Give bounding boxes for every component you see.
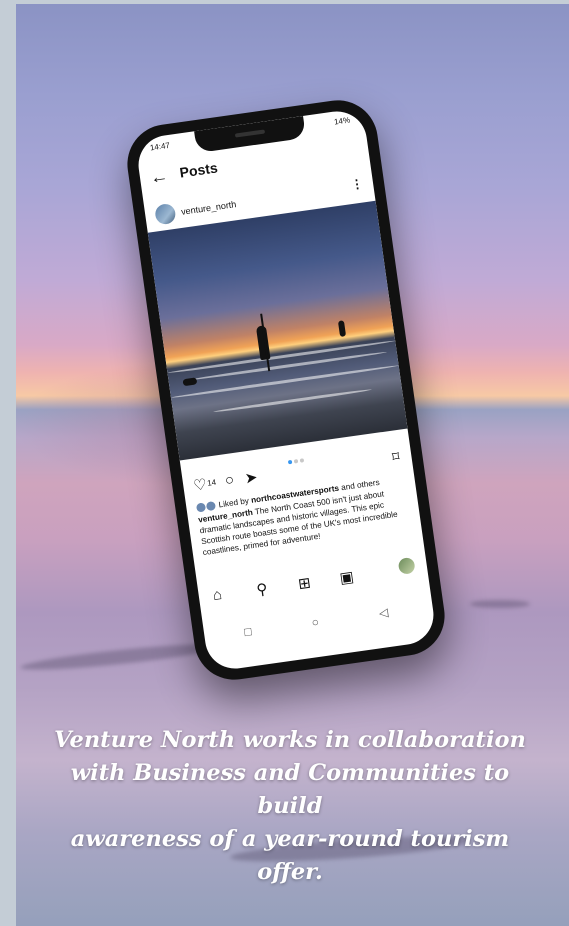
person-silhouette — [337, 320, 347, 337]
comment-icon[interactable]: ○ — [224, 471, 235, 489]
tagline: Venture North works in collaboration wit… — [40, 724, 540, 889]
poster: 14:47 14% ← Posts venture_north ⋮ ♡ 14 ○… — [0, 0, 569, 926]
home-icon[interactable]: ⌂ — [212, 586, 223, 604]
sand-streak — [470, 600, 530, 608]
battery-level: 14% — [333, 115, 351, 127]
reels-icon[interactable]: ▣ — [338, 567, 355, 587]
more-options-icon[interactable]: ⋮ — [350, 176, 364, 192]
plus-icon[interactable]: ⊞ — [297, 574, 312, 594]
like-count: 14 — [206, 477, 217, 488]
status-time: 14:47 — [149, 140, 171, 153]
liker-avatar — [195, 502, 207, 513]
tagline-line: Venture North works in collaboration — [54, 727, 526, 753]
account-name[interactable]: venture_north — [180, 199, 236, 217]
post-photo[interactable] — [147, 200, 408, 461]
recents-icon[interactable]: □ — [243, 624, 252, 639]
tagline-line: awareness of a year-round tourism offer. — [70, 826, 510, 885]
liker-avatar — [205, 501, 217, 512]
left-border — [0, 0, 16, 926]
search-icon[interactable]: ⚲ — [255, 580, 268, 599]
send-icon[interactable]: ➤ — [244, 468, 259, 488]
page-title: Posts — [178, 159, 219, 181]
avatar[interactable] — [154, 202, 177, 226]
tagline-line: with Business and Communities to build — [70, 760, 510, 819]
bookmark-icon[interactable]: ⌑ — [391, 448, 400, 466]
back-arrow-icon[interactable]: ← — [149, 165, 170, 187]
dog-silhouette — [182, 377, 198, 387]
avatar-icon[interactable] — [397, 556, 416, 575]
back-nav-icon[interactable]: ◁ — [378, 605, 389, 620]
home-nav-icon[interactable]: ○ — [311, 615, 320, 630]
